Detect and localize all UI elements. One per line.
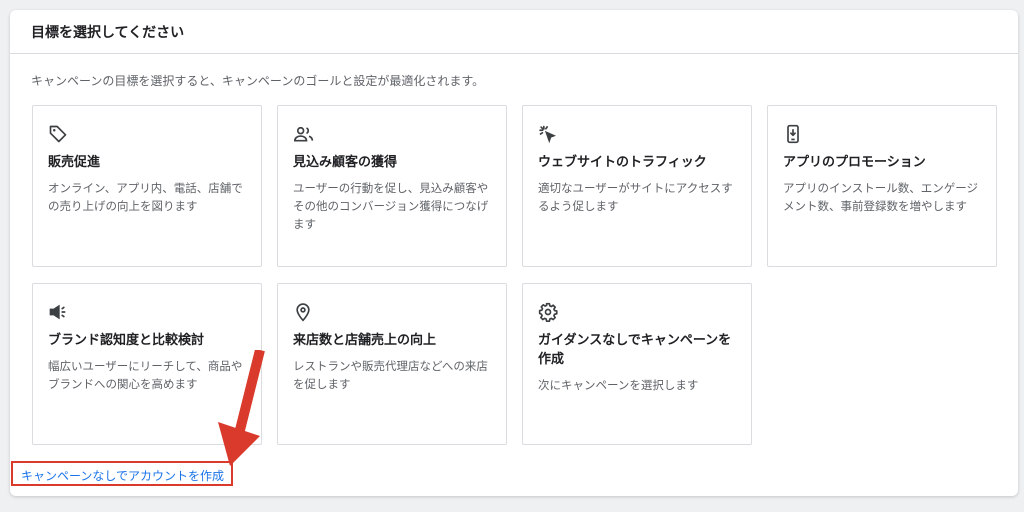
goal-card-description: レストランや販売代理店などへの来店を促します	[293, 359, 488, 391]
goal-card-sales[interactable]: 販売促進 オンライン、アプリ内、電話、店舗での売り上げの向上を図ります	[32, 105, 262, 267]
goal-card-app-promotion[interactable]: アプリのプロモーション アプリのインストール数、エンゲージメント数、事前登録数を…	[767, 105, 997, 267]
goal-card-website-traffic[interactable]: ウェブサイトのトラフィック 適切なユーザーがサイトにアクセスするよう促します	[522, 105, 752, 267]
goal-card-title: ブランド認知度と比較検討	[48, 333, 205, 348]
goal-selection-panel: 目標を選択してください キャンペーンの目標を選択すると、キャンペーンのゴールと設…	[10, 10, 1018, 496]
cursor-click-icon	[538, 124, 560, 146]
goal-card-title: ウェブサイトのトラフィック	[538, 155, 707, 170]
goal-card-description: 次にキャンペーンを選択します	[538, 378, 699, 392]
create-account-without-campaign-link[interactable]: キャンペーンなしでアカウントを作成	[11, 461, 233, 486]
goal-card-description: オンライン、アプリ内、電話、店舗での売り上げの向上を図ります	[48, 181, 243, 213]
tag-icon	[48, 124, 70, 146]
gear-icon	[538, 302, 560, 324]
goal-card-title: アプリのプロモーション	[783, 155, 926, 170]
mobile-download-icon	[783, 124, 805, 146]
panel-title: 目標を選択してください	[10, 10, 1018, 54]
goal-card-leads[interactable]: 見込み顧客の獲得 ユーザーの行動を促し、見込み顧客やその他のコンバージョン獲得に…	[277, 105, 507, 267]
goal-card-no-guidance[interactable]: ガイダンスなしでキャンペーンを作成 次にキャンペーンを選択します	[522, 283, 752, 445]
goal-card-title: 販売促進	[48, 155, 101, 170]
goal-card-description: アプリのインストール数、エンゲージメント数、事前登録数を増やします	[783, 181, 979, 213]
people-icon	[293, 124, 315, 146]
goal-card-title: 来店数と店舗売上の向上	[293, 333, 437, 348]
goal-card-store-visits[interactable]: 来店数と店舗売上の向上 レストランや販売代理店などへの来店を促します	[277, 283, 507, 445]
goal-card-description: ユーザーの行動を促し、見込み顧客やその他のコンバージョン獲得につなげます	[293, 181, 489, 231]
megaphone-icon	[48, 302, 70, 324]
annotation-arrow-icon	[218, 350, 265, 466]
goal-card-title: ガイダンスなしでキャンペーンを作成	[538, 333, 732, 367]
panel-subtitle: キャンペーンの目標を選択すると、キャンペーンのゴールと設定が最適化されます。	[31, 74, 485, 88]
goal-card-description: 適切なユーザーがサイトにアクセスするよう促します	[538, 181, 733, 213]
location-pin-icon	[293, 302, 315, 324]
goal-card-title: 見込み顧客の獲得	[293, 155, 398, 170]
